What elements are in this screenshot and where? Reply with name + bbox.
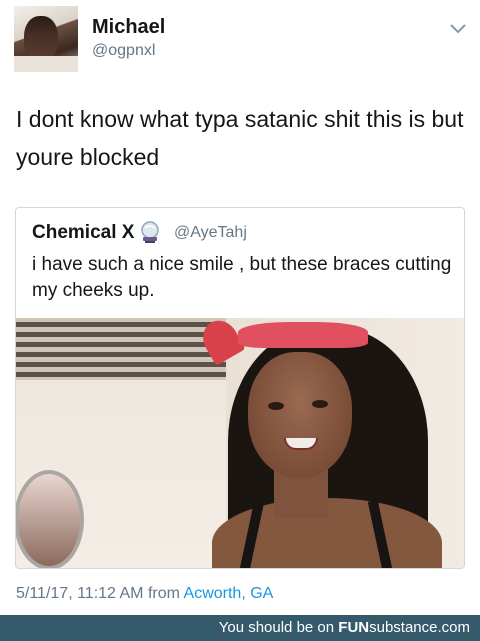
window-blinds: [16, 318, 226, 380]
mirror: [16, 470, 84, 568]
tweet-text: I dont know what typa satanic shit this …: [16, 106, 464, 170]
quoted-tweet-text: i have such a nice smile , but these bra…: [32, 254, 452, 301]
window-sill: [16, 380, 226, 394]
left-eye: [268, 402, 284, 410]
footer-text[interactable]: You should be on FUNsubstance.com: [219, 619, 470, 636]
avatar-face: [24, 16, 58, 60]
author-handle[interactable]: @ogpnxl: [92, 42, 155, 60]
footer-brand-bold: FUN: [338, 619, 370, 636]
timestamp-text: 5/11/17, 11:12 AM from: [16, 585, 180, 602]
avatar[interactable]: [14, 6, 78, 72]
tweet-header: Michael @ogpnxl: [0, 0, 480, 80]
footer-prefix: You should be on: [218, 619, 335, 636]
chevron-down-icon[interactable]: [448, 18, 468, 38]
headband: [238, 322, 368, 348]
braces-smile: [284, 438, 318, 450]
crystal-ball-icon: [141, 221, 159, 243]
footer-brand-rest: substance.com: [369, 619, 470, 636]
selfie-photo[interactable]: [16, 318, 464, 568]
location-link[interactable]: Acworth, GA: [184, 585, 274, 602]
face: [248, 352, 352, 478]
quoted-author-handle: @AyeTahj: [174, 224, 247, 241]
avatar-shirt: [14, 56, 78, 72]
right-eye: [312, 400, 328, 408]
author-name[interactable]: Michael: [92, 16, 165, 39]
tweet-timestamp: 5/11/17, 11:12 AM from Acworth, GA: [16, 585, 273, 603]
quoted-tweet-card[interactable]: Chemical X @AyeTahj i have such a nice s…: [15, 207, 465, 569]
watermark-footer: You should be on FUNsubstance.com: [0, 615, 480, 641]
quoted-author-name: Chemical X: [32, 222, 135, 243]
